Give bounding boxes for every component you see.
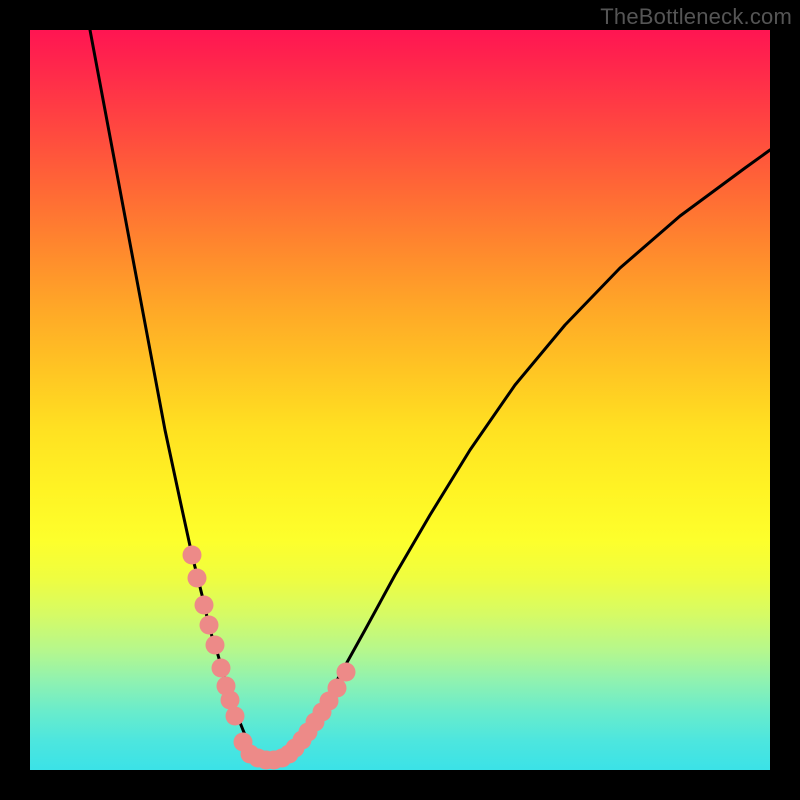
- marker-dot: [212, 659, 231, 678]
- plot-area: [30, 30, 770, 770]
- watermark-label: TheBottleneck.com: [600, 4, 792, 30]
- bottleneck-curve: [90, 30, 770, 760]
- marker-dot: [200, 616, 219, 635]
- curve-path: [90, 30, 770, 760]
- marker-dot: [206, 636, 225, 655]
- plot-svg: [30, 30, 770, 770]
- chart-frame: TheBottleneck.com: [0, 0, 800, 800]
- marker-dot: [188, 569, 207, 588]
- marker-dot: [183, 546, 202, 565]
- highlighted-markers: [183, 546, 356, 770]
- marker-dot: [337, 663, 356, 682]
- marker-dot: [328, 679, 347, 698]
- marker-dot: [195, 596, 214, 615]
- marker-dot: [226, 707, 245, 726]
